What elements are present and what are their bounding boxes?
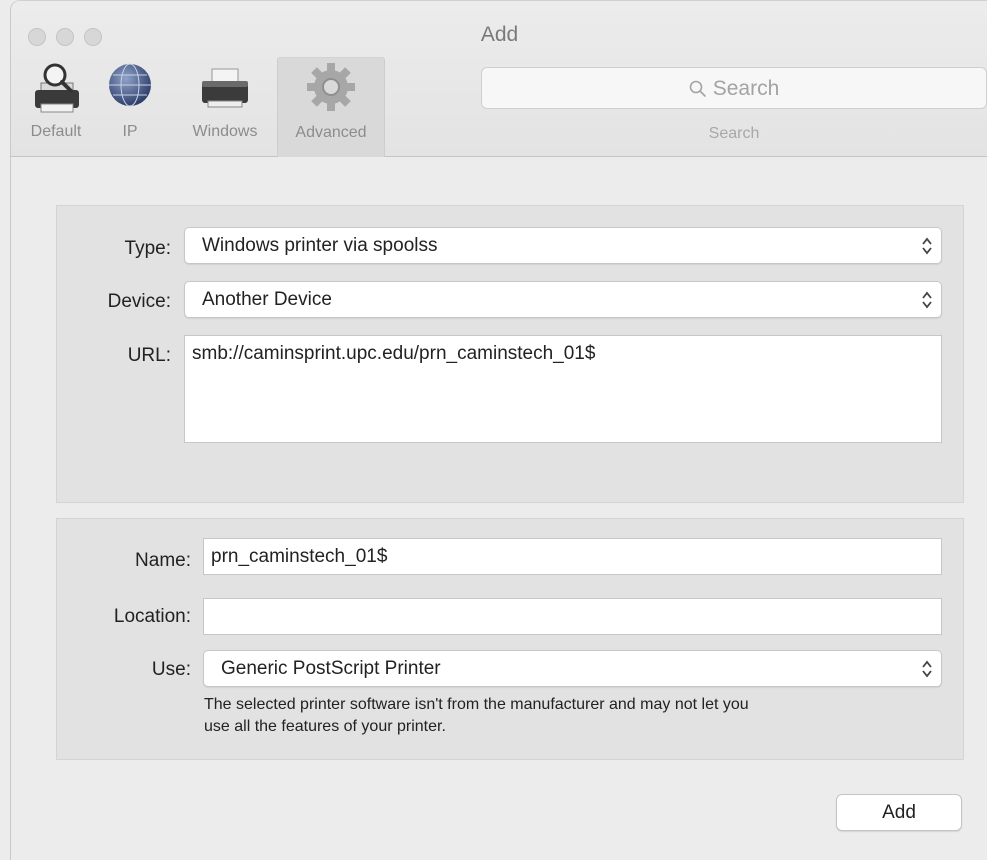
toolbar-item-default[interactable]: Default <box>11 57 101 156</box>
globe-icon <box>109 63 151 107</box>
name-label: Name: <box>135 550 191 571</box>
add-printer-window: Add Default IP Windows Advanced Search S… <box>10 0 987 860</box>
window-title: Add <box>480 23 519 46</box>
type-label: Type: <box>124 238 171 259</box>
search-icon <box>689 81 706 98</box>
toolbar-item-label: Default <box>30 123 82 140</box>
toolbar-item-advanced[interactable]: Advanced <box>277 57 385 157</box>
driver-warning-line-2: use all the features of your printer. <box>204 718 446 735</box>
use-popup[interactable]: Generic PostScript Printer <box>203 650 942 687</box>
location-field[interactable] <box>203 598 942 635</box>
name-value: prn_caminstech_01$ <box>211 546 388 567</box>
device-label: Device: <box>107 291 171 312</box>
popup-arrows-icon <box>922 237 932 255</box>
toolbar-item-label: Advanced <box>295 124 367 141</box>
popup-arrows-icon <box>922 660 932 678</box>
add-button[interactable]: Add <box>836 794 962 831</box>
type-value: Windows printer via spoolss <box>202 235 438 256</box>
driver-warning-note: The selected printer software isn't from… <box>204 694 944 738</box>
toolbar-item-ip[interactable]: IP <box>101 57 159 156</box>
url-label: URL: <box>127 345 171 366</box>
toolbar: Add Default IP Windows Advanced Search S… <box>11 1 987 157</box>
search-placeholder: Search <box>712 77 780 100</box>
use-value: Generic PostScript Printer <box>221 658 441 679</box>
printer-magnifier-icon <box>35 63 79 113</box>
gear-icon <box>307 63 355 111</box>
toolbar-item-label: IP <box>122 123 138 140</box>
popup-arrows-icon <box>922 291 932 309</box>
toolbar-item-label: Windows <box>192 123 258 140</box>
device-value: Another Device <box>202 289 332 310</box>
url-field[interactable]: smb://caminsprint.upc.edu/prn_caminstech… <box>184 335 942 443</box>
windows-printer-icon <box>202 68 248 108</box>
driver-warning-line-1: The selected printer software isn't from… <box>204 696 749 713</box>
device-popup[interactable]: Another Device <box>184 281 942 318</box>
location-label: Location: <box>113 606 191 627</box>
search-field[interactable]: Search <box>481 67 987 109</box>
search-label: Search <box>708 125 760 142</box>
use-label: Use: <box>151 659 191 680</box>
connection-group: Type: Windows printer via spoolss Device… <box>56 205 964 503</box>
url-value: smb://caminsprint.upc.edu/prn_caminstech… <box>192 343 596 364</box>
printer-details-group: Name: prn_caminstech_01$ Location: Use: … <box>56 518 964 760</box>
name-field[interactable]: prn_caminstech_01$ <box>203 538 942 575</box>
type-popup[interactable]: Windows printer via spoolss <box>184 227 942 264</box>
toolbar-item-windows[interactable]: Windows <box>174 57 276 156</box>
